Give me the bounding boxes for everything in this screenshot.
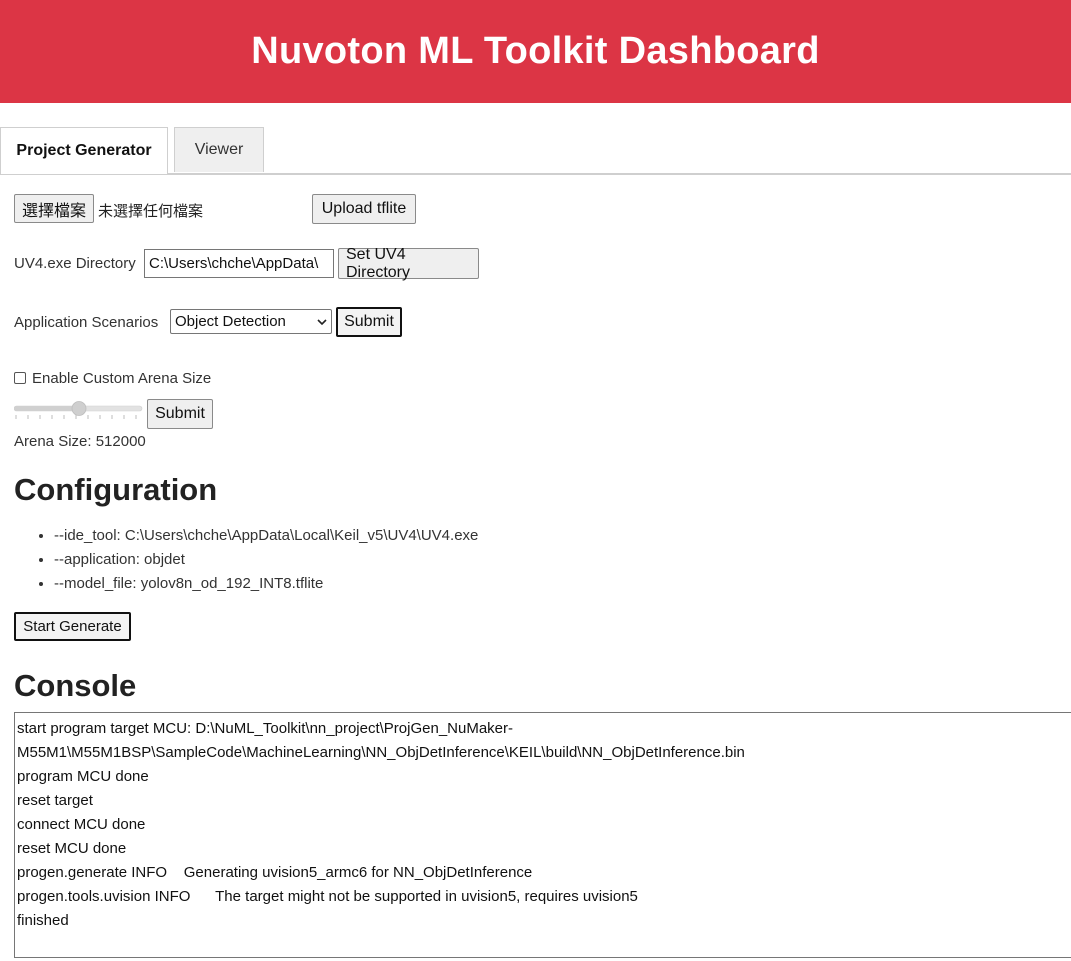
config-item-application: --application: objdet [54, 550, 478, 574]
arena-size-text: Arena Size: 512000 [14, 433, 146, 450]
console-heading: Console [14, 668, 137, 703]
scenario-submit-button[interactable]: Submit [336, 307, 402, 337]
console-line: connect MCU done [17, 816, 146, 833]
console-line: program MCU done [17, 768, 149, 785]
uv4-directory-input[interactable]: C:\Users\chche\AppData\ [144, 249, 334, 278]
console-line: reset MCU done [17, 840, 127, 857]
slider-fill [14, 406, 79, 411]
configuration-heading: Configuration [14, 472, 218, 507]
console-line: progen.tools.uvision INFO The target mig… [17, 888, 638, 905]
enable-custom-arena-checkbox[interactable] [14, 372, 26, 384]
start-generate-button[interactable]: Start Generate [14, 612, 131, 641]
arena-submit-button[interactable]: Submit [147, 399, 213, 429]
slider-ticks [15, 415, 137, 419]
config-item-ide-tool: --ide_tool: C:\Users\chche\AppData\Local… [54, 526, 478, 550]
uv4-directory-label: UV4.exe Directory [14, 255, 136, 272]
console-line: progen.generate INFO Generating uvision5… [17, 864, 533, 881]
app-header: Nuvoton ML Toolkit Dashboard [0, 0, 1071, 103]
console-line: M55M1\M55M1BSP\SampleCode\MachineLearnin… [17, 744, 745, 761]
set-uv4-directory-button[interactable]: Set UV4 Directory [338, 246, 479, 281]
application-scenario-select[interactable]: Object Detection [170, 309, 332, 334]
tab-project-generator[interactable]: Project Generator [0, 127, 168, 174]
choose-file-button[interactable]: 選擇檔案 [14, 194, 94, 223]
application-scenario-value: Object Detection [175, 313, 286, 330]
config-item-model-file: --model_file: yolov8n_od_192_INT8.tflite [54, 574, 478, 598]
chevron-down-icon [317, 318, 327, 325]
tab-bar: Project Generator Viewer [0, 127, 1071, 175]
console-line: start program target MCU: D:\NuML_Toolki… [17, 720, 514, 737]
upload-tflite-button[interactable]: Upload tflite [312, 194, 416, 224]
console-line: finished [17, 912, 69, 929]
configuration-list: --ide_tool: C:\Users\chche\AppData\Local… [14, 526, 478, 598]
tab-viewer[interactable]: Viewer [174, 127, 264, 172]
console-output[interactable]: start program target MCU: D:\NuML_Toolki… [14, 712, 1071, 958]
page-title: Nuvoton ML Toolkit Dashboard [251, 30, 820, 72]
arena-size-slider[interactable] [14, 400, 144, 420]
no-file-text: 未選擇任何檔案 [98, 203, 204, 220]
application-scenarios-label: Application Scenarios [14, 314, 159, 331]
enable-custom-arena-label: Enable Custom Arena Size [32, 370, 212, 387]
slider-thumb [71, 401, 87, 416]
console-line: reset target [17, 792, 93, 809]
